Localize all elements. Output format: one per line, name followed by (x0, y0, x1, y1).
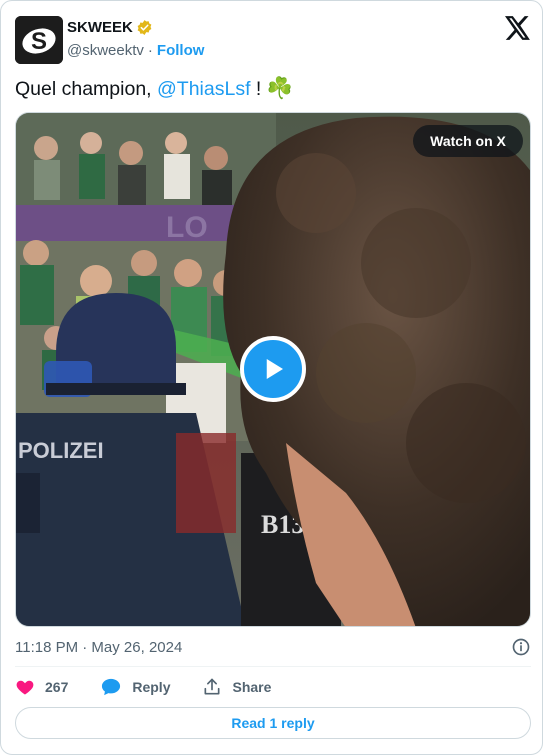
video-player[interactable]: LO POLIZEI B13 Watch on X (15, 112, 531, 627)
share-button[interactable]: Share (202, 677, 271, 697)
shamrock-emoji: ☘️ (266, 77, 293, 100)
author-handle-row: @skweektv · Follow (67, 42, 204, 59)
tweet-text-end: ! (250, 78, 267, 100)
reply-bubble-icon (102, 678, 121, 696)
reply-label: Reply (132, 679, 171, 695)
follow-button[interactable]: Follow (157, 42, 205, 59)
author-avatar[interactable]: S (15, 16, 63, 64)
like-button[interactable]: 267 (15, 677, 68, 697)
tweet-card: S SKWEEK @skweektv · Follow Quel champio… (0, 0, 543, 755)
svg-text:LO: LO (166, 211, 208, 244)
x-logo-icon[interactable] (505, 16, 531, 40)
reply-button[interactable]: Reply (100, 677, 170, 697)
tweet-text: Quel champion, @ThiasLsf ! ☘️ (15, 77, 293, 101)
mention-link[interactable]: @ThiasLsf (157, 78, 251, 100)
author-handle[interactable]: @skweektv (67, 42, 144, 59)
svg-text:POLIZEI: POLIZEI (18, 438, 104, 463)
skweek-logo: S (15, 16, 63, 64)
tweet-actions: 267 Reply Share (15, 676, 303, 698)
read-replies-button[interactable]: Read 1 reply (15, 707, 531, 739)
author-name-row[interactable]: SKWEEK (67, 19, 153, 36)
separator-dot: · (147, 42, 153, 59)
verified-badge-icon (136, 19, 153, 36)
svg-text:S: S (31, 28, 47, 55)
like-count: 267 (45, 679, 69, 695)
share-icon (204, 678, 220, 695)
info-icon[interactable] (511, 637, 531, 657)
play-icon[interactable] (240, 336, 306, 402)
tweet-timestamp[interactable]: 11:18 PM · May 26, 2024 (15, 639, 182, 656)
divider (15, 666, 531, 667)
share-label: Share (232, 679, 272, 695)
tweet-meta-row: 11:18 PM · May 26, 2024 (15, 636, 531, 658)
tweet-text-start: Quel champion, (15, 78, 157, 100)
heart-icon (16, 680, 34, 695)
author-display-name[interactable]: SKWEEK (67, 19, 133, 36)
watch-on-x-button[interactable]: Watch on X (413, 125, 523, 157)
